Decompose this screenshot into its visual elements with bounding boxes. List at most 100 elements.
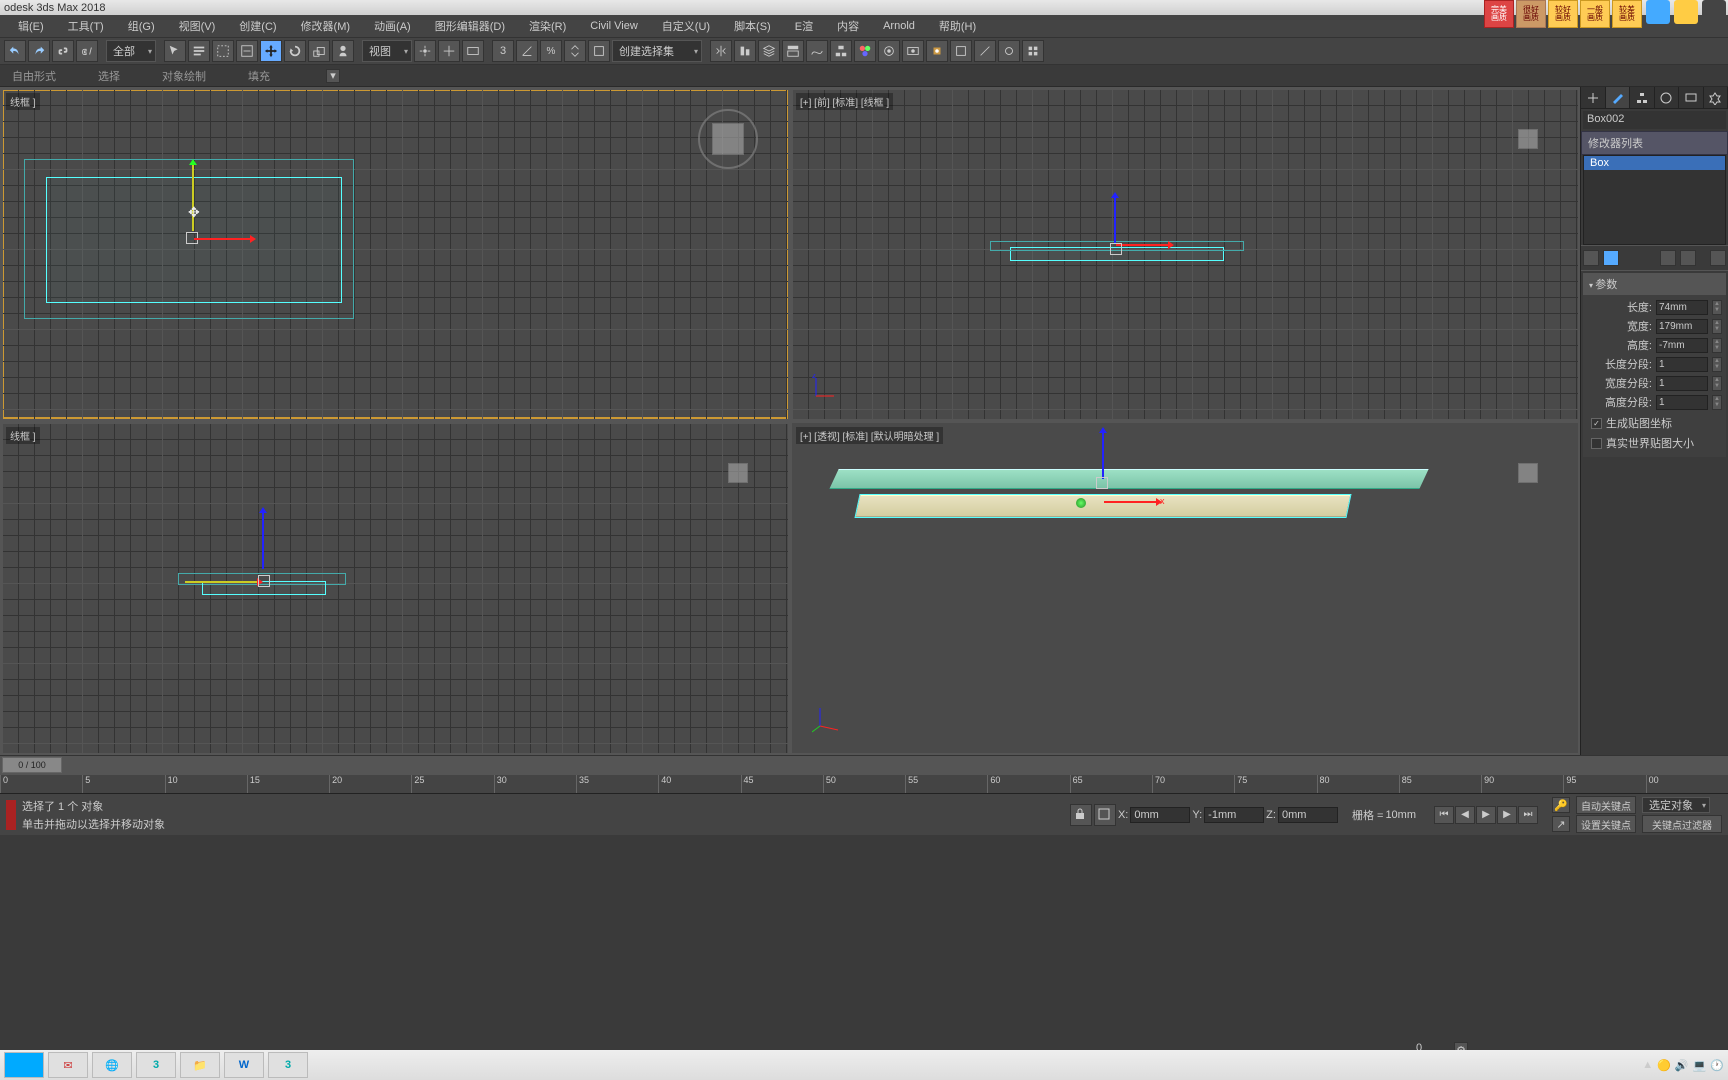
ribbon-select[interactable]: 选择 [92,65,126,87]
placement-button[interactable] [332,40,354,62]
select-manipulate-button[interactable] [438,40,460,62]
schematic-view-button[interactable] [830,40,852,62]
curve-editor-button[interactable] [806,40,828,62]
taskbar-explorer-icon[interactable]: 📁 [180,1052,220,1078]
lock-selection-icon[interactable] [1070,804,1092,826]
scale-button[interactable] [308,40,330,62]
remove-modifier-icon[interactable] [1680,250,1696,266]
window-crossing-button[interactable] [236,40,258,62]
keymode-icon[interactable]: ↗ [1552,816,1570,832]
quality-badge[interactable]: 较差画质 [1612,0,1642,28]
timeline-ruler[interactable]: 0510152025303540455055606570758085909500 [0,775,1728,793]
lsegs-field[interactable]: 1 [1656,357,1708,372]
tray-icon[interactable]: 🔊 [1675,1059,1689,1072]
menu-edit[interactable]: 辑(E) [6,15,56,37]
quality-badge[interactable]: 很好画质 [1516,0,1546,28]
viewcube[interactable] [698,109,758,169]
viewcube[interactable] [1508,453,1548,493]
goto-start-button[interactable]: ⏮ [1434,806,1454,824]
mirror-button[interactable] [710,40,732,62]
motion-tab[interactable] [1655,87,1680,108]
tray-icon[interactable] [1646,0,1670,24]
hierarchy-tab[interactable] [1630,87,1655,108]
spinner-icon[interactable]: ▲▼ [1712,300,1722,315]
ribbon-fill[interactable]: 填充 [242,65,276,87]
snap-toggle-button[interactable]: 3 [492,40,514,62]
percent-snap-button[interactable]: % [540,40,562,62]
taskbar-mail-icon[interactable]: ✉ [48,1052,88,1078]
menu-content[interactable]: 内容 [825,15,871,37]
y-field[interactable]: -1mm [1204,807,1264,823]
viewcube[interactable] [1508,119,1548,159]
extra-button-1[interactable] [950,40,972,62]
undo-button[interactable] [4,40,26,62]
object-name-field[interactable]: Box002 [1583,111,1726,129]
taskbar-wps-icon[interactable]: W [224,1052,264,1078]
start-button[interactable] [4,1052,44,1078]
make-unique-icon[interactable] [1660,250,1676,266]
x-field[interactable]: 0mm [1130,807,1190,823]
width-field[interactable]: 179mm [1656,319,1708,334]
refcoord-dropdown[interactable]: 视图 [362,40,412,62]
time-slider-handle[interactable]: 0 / 100 [2,757,62,773]
goto-end-button[interactable]: ⏭ [1518,806,1538,824]
viewport-label[interactable]: 线框 ] [6,93,40,110]
spinner-icon[interactable]: ▲▼ [1712,338,1722,353]
tray-icon[interactable] [1674,0,1698,24]
edit-named-sel-button[interactable] [588,40,610,62]
hsegs-field[interactable]: 1 [1656,395,1708,410]
menu-help[interactable]: 帮助(H) [927,15,988,37]
unlink-button[interactable] [76,40,98,62]
stack-item[interactable]: Box [1584,156,1725,170]
pin-stack-icon[interactable] [1583,250,1599,266]
tray-icon[interactable]: 🟡 [1657,1059,1671,1072]
menu-group[interactable]: 组(G) [116,15,167,37]
rollout-header[interactable]: 参数 [1583,273,1726,295]
autokey-button[interactable]: 自动关键点 [1576,796,1636,814]
modify-tab[interactable] [1606,87,1631,108]
menu-graph-editors[interactable]: 图形编辑器(D) [423,15,517,37]
tray-icon[interactable]: 🕐 [1710,1059,1724,1072]
menu-modifiers[interactable]: 修改器(M) [289,15,363,37]
viewport-label[interactable]: 线框 ] [6,427,40,444]
z-field[interactable]: 0mm [1278,807,1338,823]
viewport-top[interactable]: 线框 ] ✥ [2,89,788,419]
realworld-size-checkbox[interactable]: 真实世界贴图大小 [1585,433,1724,453]
pivot-button[interactable] [414,40,436,62]
menu-animation[interactable]: 动画(A) [362,15,423,37]
wsegs-field[interactable]: 1 [1656,376,1708,391]
menu-maxscript[interactable]: 脚本(S) [722,15,783,37]
setkey-button[interactable]: 设置关键点 [1576,815,1636,833]
material-editor-button[interactable] [854,40,876,62]
ribbon-collapse-icon[interactable]: ▾ [326,69,340,83]
render-frame-button[interactable] [902,40,924,62]
viewcube[interactable] [718,453,758,493]
spinner-snap-button[interactable] [564,40,586,62]
quality-badge[interactable]: 较好画质 [1548,0,1578,28]
ribbon-paint[interactable]: 对象绘制 [156,65,212,87]
taskbar-3dsmax-icon-2[interactable]: 3 [268,1052,308,1078]
link-button[interactable] [52,40,74,62]
display-tab[interactable] [1679,87,1704,108]
spinner-icon[interactable]: ▲▼ [1712,395,1722,410]
tray-icon[interactable] [1702,0,1726,24]
menu-customize[interactable]: 自定义(U) [650,15,722,37]
utilities-tab[interactable] [1704,87,1728,108]
named-selection-dropdown[interactable]: 创建选择集 [612,40,702,62]
quality-badge[interactable]: 完美画质 [1484,0,1514,28]
taskbar-3dsmax-icon-1[interactable]: 3 [136,1052,176,1078]
menu-view[interactable]: 视图(V) [167,15,228,37]
play-button[interactable]: ▶ [1476,806,1496,824]
length-field[interactable]: 74mm [1656,300,1708,315]
tray-icon[interactable]: 💻 [1693,1059,1707,1072]
show-end-result-icon[interactable] [1603,250,1619,266]
move-button[interactable] [260,40,282,62]
tray-icon[interactable]: ▲ [1642,1059,1653,1072]
keymode-dropdown[interactable]: 选定对象 [1642,797,1710,813]
next-frame-button[interactable]: ▶ [1497,806,1517,824]
set-key-button[interactable]: 🔑 [1552,797,1570,813]
angle-snap-button[interactable] [516,40,538,62]
extra-button-4[interactable] [1022,40,1044,62]
spinner-icon[interactable]: ▲▼ [1712,357,1722,372]
select-region-button[interactable] [212,40,234,62]
